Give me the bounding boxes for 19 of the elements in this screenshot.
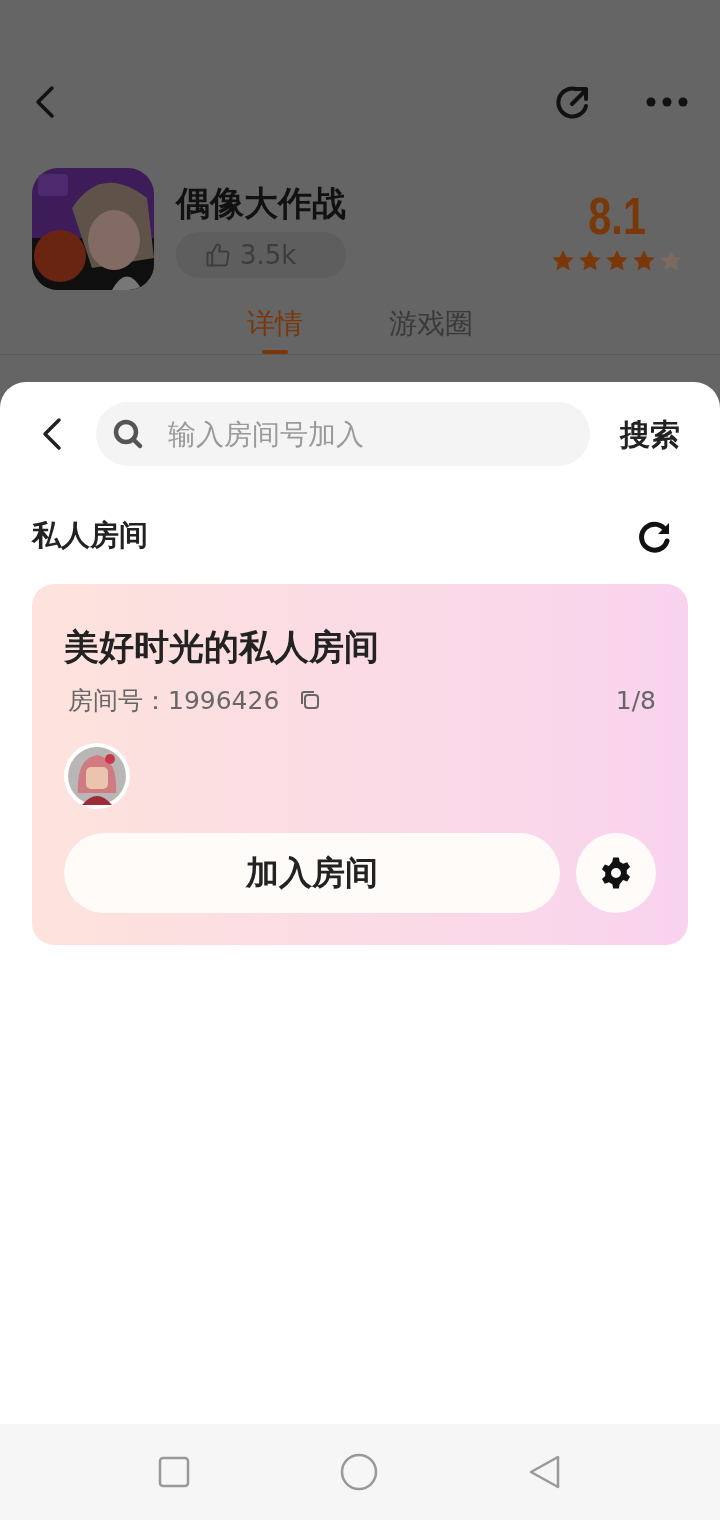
app-title: 偶像大作战 [176,182,346,225]
room-name: 美好时光的私人房间 [64,625,380,669]
search-icon [112,418,144,450]
section-title: 私人房间 [32,517,148,554]
copy-icon[interactable] [299,689,322,712]
thumbs-up-icon [204,241,232,269]
rating-score: 8.1 [588,186,646,247]
tab[interactable]: 详情 [247,304,303,354]
search-button[interactable]: 搜索 [620,411,680,457]
search-field[interactable]: 输入房间号加入 [96,402,590,466]
more-icon[interactable] [646,97,688,107]
room-id: 1996426 [168,684,280,717]
back-icon[interactable] [40,417,64,451]
room-id-label: 房间号： [68,684,168,717]
recent-apps-icon[interactable] [158,1456,190,1488]
member-count: 1/8 [615,684,656,717]
home-icon[interactable] [340,1453,378,1491]
join-room-button[interactable]: 加入房间 [64,833,560,913]
settings-icon [599,856,633,890]
